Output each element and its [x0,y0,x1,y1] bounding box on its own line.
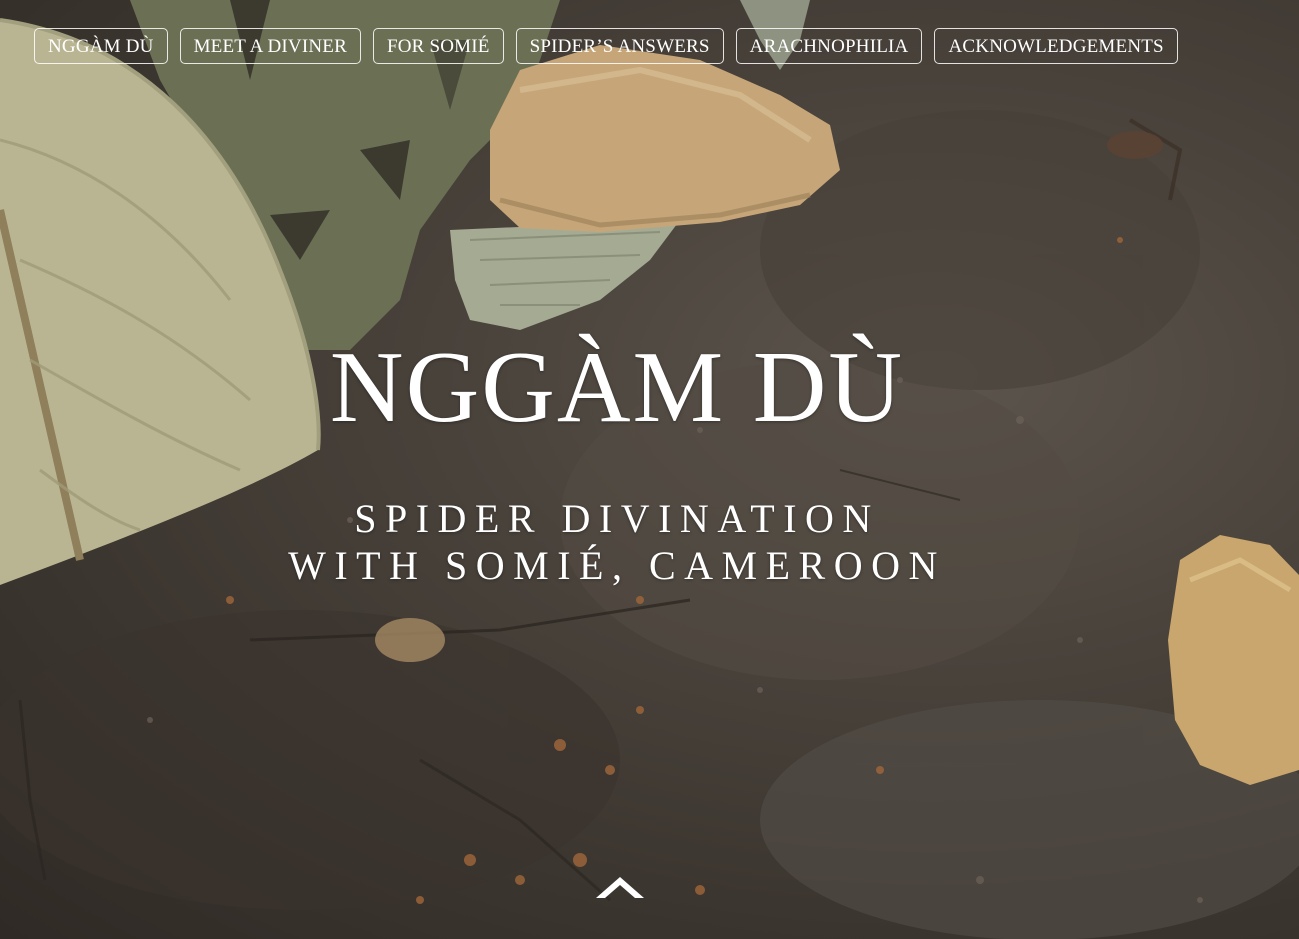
nav-item-acknowledgements[interactable]: ACKNOWLEDGEMENTS [934,28,1178,64]
page-title: NGGÀM DÙ [329,331,905,444]
nav-item-meet-a-diviner[interactable]: MEET A DIVINER [179,28,361,64]
nav-item-spiders-answers[interactable]: SPIDER’S ANSWERS [515,28,724,64]
main-nav: NGGÀM DÙ MEET A DIVINER FOR SOMIÉ SPIDER… [34,28,1178,64]
subtitle-line-1: SPIDER DIVINATION [354,496,880,541]
nav-item-nggam-du[interactable]: NGGÀM DÙ [34,28,168,64]
subtitle-line-2: WITH SOMIÉ, CAMEROON [288,543,946,588]
background-photo [0,0,1299,939]
chevron-up-icon[interactable] [594,874,646,902]
hero-section: NGGÀM DÙ MEET A DIVINER FOR SOMIÉ SPIDER… [0,0,1299,939]
nav-item-arachnophilia[interactable]: ARACHNOPHILIA [735,28,923,64]
nav-item-for-somie[interactable]: FOR SOMIÉ [372,28,504,64]
page-subtitle: SPIDER DIVINATION WITH SOMIÉ, CAMEROON [0,495,1234,589]
